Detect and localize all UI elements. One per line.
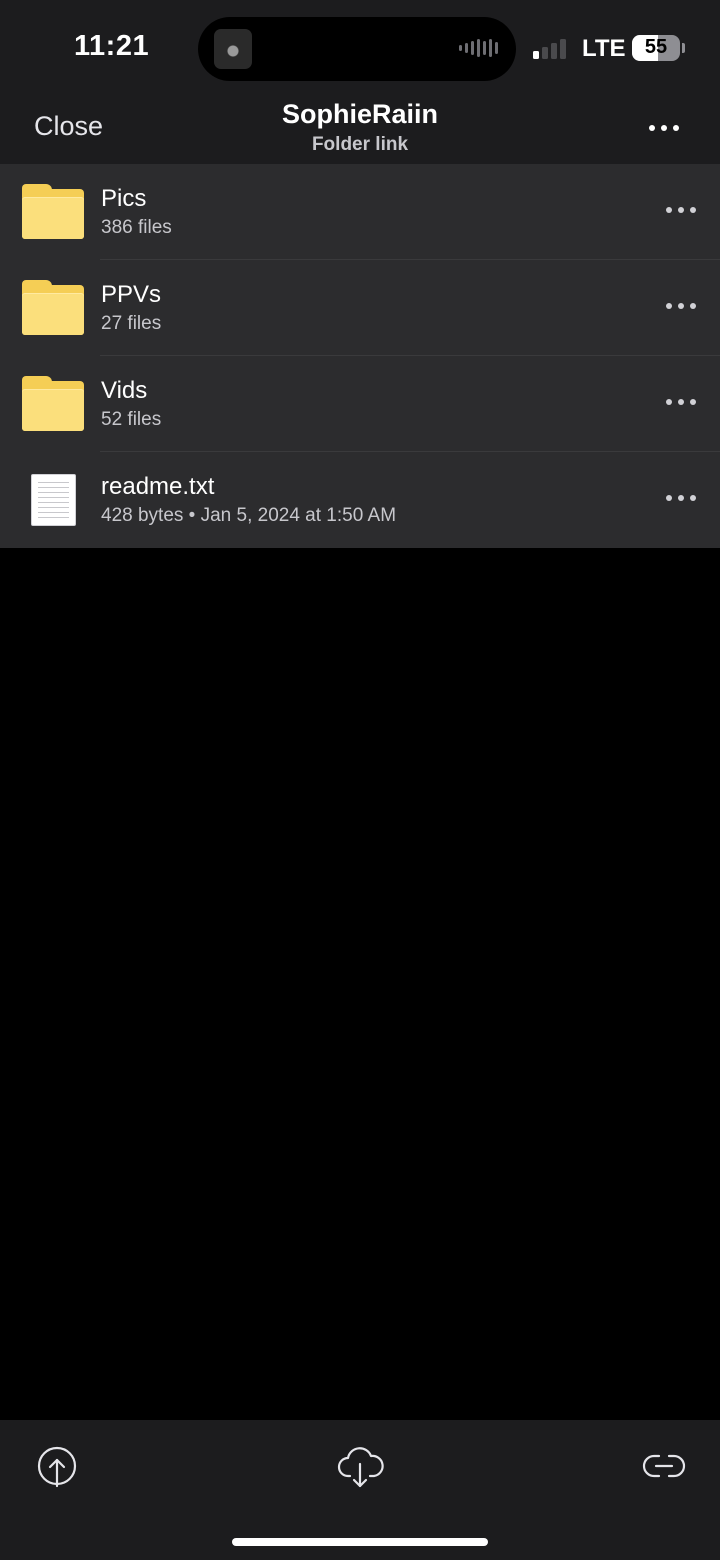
folder-icon bbox=[22, 376, 84, 431]
folder-icon bbox=[22, 184, 84, 239]
item-meta: 428 bytes • Jan 5, 2024 at 1:50 AM bbox=[101, 505, 397, 526]
screen: 11:21 LTE 55 Close SophieRaiin Folder li… bbox=[0, 0, 720, 1560]
ellipsis-icon bbox=[664, 296, 698, 316]
more-options-button[interactable] bbox=[644, 118, 684, 138]
item-meta: 27 files bbox=[101, 313, 162, 334]
list-item-readme[interactable]: readme.txt 428 bytes • Jan 5, 2024 at 1:… bbox=[0, 452, 720, 548]
audio-waveform-icon bbox=[459, 39, 498, 57]
ellipsis-icon bbox=[664, 488, 698, 508]
file-list: Pics 386 files PPVs 27 files Vids 52 fil… bbox=[0, 164, 720, 548]
text-file-icon bbox=[31, 474, 76, 526]
upload-button[interactable] bbox=[31, 1440, 83, 1492]
upload-icon bbox=[37, 1446, 77, 1488]
now-playing-artwork bbox=[214, 29, 252, 69]
ellipsis-icon bbox=[664, 200, 698, 220]
home-indicator[interactable] bbox=[232, 1538, 488, 1546]
list-item-ppvs[interactable]: PPVs 27 files bbox=[0, 260, 720, 356]
item-name: readme.txt bbox=[101, 473, 215, 500]
item-more-button[interactable] bbox=[664, 488, 698, 508]
item-more-button[interactable] bbox=[664, 392, 698, 412]
network-type: LTE bbox=[582, 35, 626, 62]
page-subtitle: Folder link bbox=[311, 134, 409, 155]
status-bar: 11:21 LTE 55 bbox=[0, 0, 720, 98]
list-item-pics[interactable]: Pics 386 files bbox=[0, 164, 720, 260]
battery-tip bbox=[682, 43, 685, 53]
copy-link-button[interactable] bbox=[638, 1440, 690, 1492]
battery-icon: 55 bbox=[632, 35, 680, 61]
item-name: Vids bbox=[101, 377, 148, 404]
item-more-button[interactable] bbox=[664, 200, 698, 220]
item-meta: 52 files bbox=[101, 409, 162, 430]
dynamic-island[interactable] bbox=[198, 17, 516, 81]
ellipsis-icon bbox=[644, 118, 684, 138]
folder-icon bbox=[22, 280, 84, 335]
item-meta: 386 files bbox=[101, 217, 172, 238]
status-time: 11:21 bbox=[74, 30, 150, 62]
bottom-toolbar bbox=[0, 1420, 720, 1560]
list-item-vids[interactable]: Vids 52 files bbox=[0, 356, 720, 452]
page-title: SophieRaiin bbox=[281, 99, 438, 129]
battery-percent: 55 bbox=[644, 36, 668, 58]
ellipsis-icon bbox=[664, 392, 698, 412]
item-more-button[interactable] bbox=[664, 296, 698, 316]
nav-bar: Close SophieRaiin Folder link bbox=[0, 98, 720, 164]
download-button[interactable] bbox=[334, 1440, 386, 1492]
cloud-download-icon bbox=[337, 1447, 384, 1488]
item-name: Pics bbox=[101, 185, 147, 212]
item-name: PPVs bbox=[101, 281, 162, 308]
link-icon bbox=[642, 1454, 686, 1478]
cellular-signal-icon bbox=[533, 37, 566, 59]
